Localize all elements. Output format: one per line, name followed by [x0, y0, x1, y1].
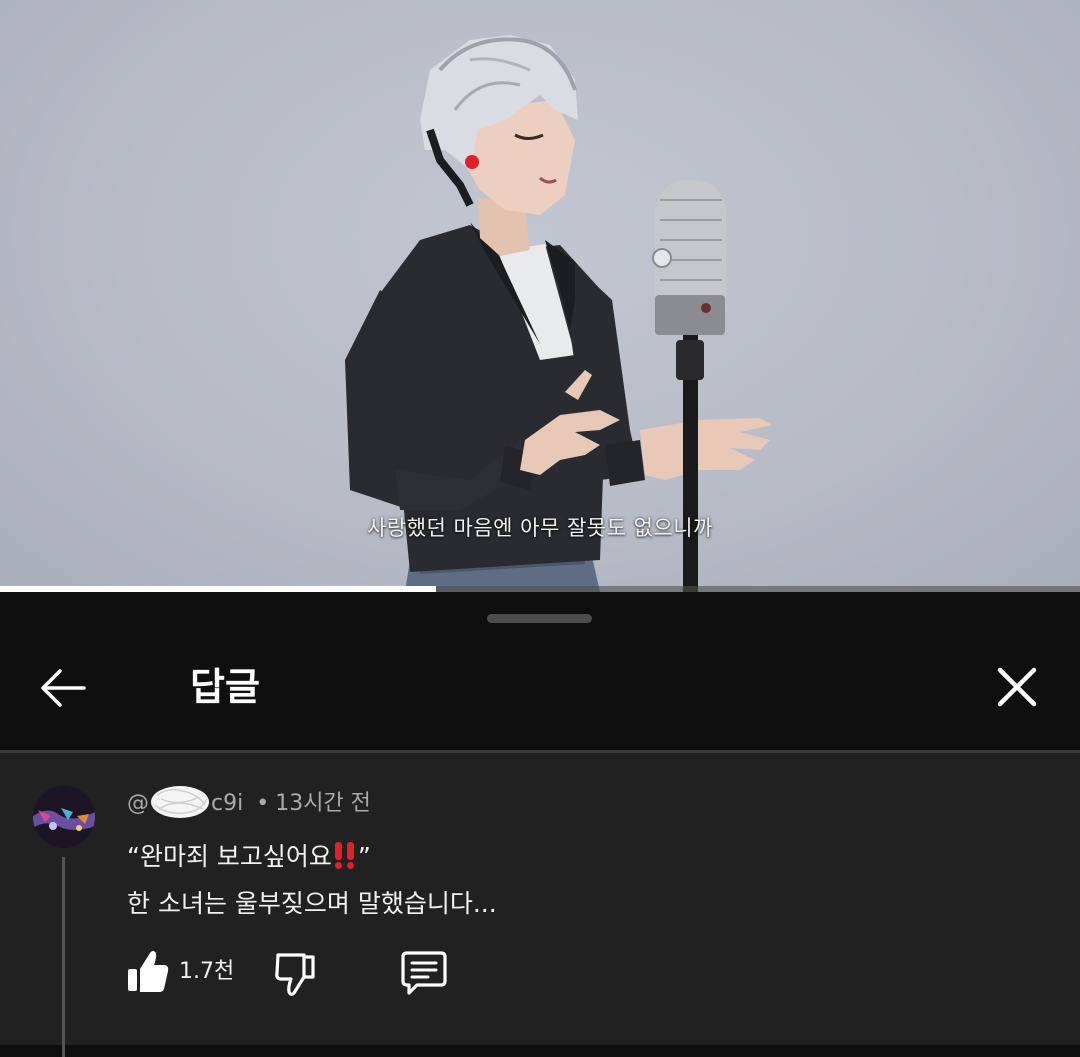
author-handle-suffix[interactable]: c9i: [211, 791, 243, 816]
reply-comment-icon: [401, 951, 447, 995]
comment-actions: 1.7천: [120, 943, 520, 1003]
double-exclamation-icon: [334, 842, 354, 869]
video-player[interactable]: 사랑했던 마음엔 아무 잘못도 없으니까: [0, 0, 1080, 592]
arrow-left-icon: [41, 669, 86, 707]
back-button[interactable]: [34, 660, 94, 716]
reply-button[interactable]: [399, 947, 449, 997]
comment-body: “완마죄 보고싶어요 ” 한 소녀는 울부짖으며 말했습니다...: [127, 833, 497, 927]
comment-line-1-close: ”: [357, 842, 371, 871]
comment-meta: @ c9i • 13시간 전: [127, 786, 371, 821]
sheet-title: 답글: [190, 665, 260, 709]
thumbs-down-icon: [275, 953, 315, 996]
video-subtitle: 사랑했던 마음엔 아무 잘못도 없으니까: [367, 516, 713, 540]
redacted-username-scribble: [151, 786, 209, 818]
replies-sheet: 답글 @ c9i • 13시간 전 “완마죄 보고싶어요 ” 한 소녀는 울부짖…: [0, 592, 1080, 1057]
sheet-drag-handle[interactable]: [487, 614, 592, 623]
comment-line-2: 한 소녀는 울부짖으며 말했습니다...: [127, 889, 497, 918]
close-button[interactable]: [988, 660, 1046, 716]
sheet-header: 답글: [0, 632, 1080, 750]
meta-separator: •: [256, 791, 270, 816]
close-icon: [997, 667, 1037, 707]
video-frame-illustration: [345, 35, 772, 592]
author-handle-prefix[interactable]: @: [127, 791, 149, 816]
avatar-image: [33, 786, 95, 848]
like-count: 1.7천: [179, 959, 235, 984]
thread-line: [62, 857, 65, 1057]
dislike-button[interactable]: [272, 947, 316, 997]
thumbs-up-icon: [128, 951, 169, 992]
avatar[interactable]: [33, 786, 95, 848]
comment-line-1-text: “완마죄 보고싶어요: [127, 842, 332, 871]
like-button[interactable]: [126, 947, 170, 997]
comment-time: 13시간 전: [275, 791, 371, 816]
parent-comment: @ c9i • 13시간 전 “완마죄 보고싶어요 ” 한 소녀는 울부짖으며 말…: [0, 753, 1080, 1057]
comment-line-1: “완마죄 보고싶어요 ”: [127, 833, 497, 880]
